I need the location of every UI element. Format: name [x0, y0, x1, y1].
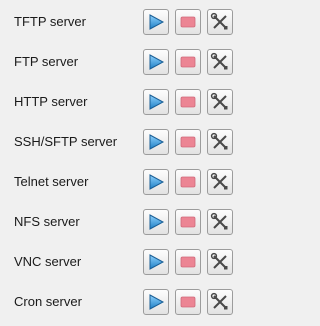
play-icon: [149, 214, 165, 230]
start-button[interactable]: [143, 129, 169, 155]
stop-icon: [180, 296, 196, 308]
service-label: VNC server: [14, 254, 82, 269]
stop-icon: [180, 256, 196, 268]
play-icon: [149, 294, 165, 310]
settings-button[interactable]: [207, 49, 233, 75]
tools-icon: [210, 132, 228, 150]
start-button[interactable]: [143, 289, 169, 315]
tools-icon: [210, 52, 228, 70]
start-button[interactable]: [143, 89, 169, 115]
stop-button[interactable]: [175, 249, 201, 275]
start-button[interactable]: [143, 209, 169, 235]
stop-icon: [180, 56, 196, 68]
tools-icon: [210, 212, 228, 230]
stop-button[interactable]: [175, 89, 201, 115]
service-label: NFS server: [14, 214, 80, 229]
stop-button[interactable]: [175, 169, 201, 195]
tools-icon: [210, 252, 228, 270]
tools-icon: [210, 172, 228, 190]
settings-button[interactable]: [207, 209, 233, 235]
stop-icon: [180, 216, 196, 228]
tools-icon: [210, 292, 228, 310]
service-label: Telnet server: [14, 174, 89, 189]
start-button[interactable]: [143, 249, 169, 275]
service-label: FTP server: [14, 54, 79, 69]
stop-button[interactable]: [175, 49, 201, 75]
service-row-ftp: FTP server: [0, 49, 245, 75]
play-icon: [149, 174, 165, 190]
stop-button[interactable]: [175, 129, 201, 155]
stop-icon: [180, 96, 196, 108]
service-row-telnet: Telnet server: [0, 169, 245, 195]
stop-button[interactable]: [175, 289, 201, 315]
settings-button[interactable]: [207, 129, 233, 155]
settings-button[interactable]: [207, 289, 233, 315]
play-icon: [149, 14, 165, 30]
start-button[interactable]: [143, 49, 169, 75]
settings-button[interactable]: [207, 249, 233, 275]
service-row-ssh-sftp: SSH/SFTP server: [0, 129, 245, 155]
service-row-vnc: VNC server: [0, 249, 245, 275]
settings-button[interactable]: [207, 9, 233, 35]
stop-icon: [180, 176, 196, 188]
service-row-tftp: TFTP server: [0, 9, 245, 35]
play-icon: [149, 54, 165, 70]
stop-icon: [180, 136, 196, 148]
server-control-panel: TFTP server FTP server HTTP server SSH/S…: [0, 0, 245, 326]
service-label: HTTP server: [14, 94, 88, 109]
start-button[interactable]: [143, 169, 169, 195]
play-icon: [149, 254, 165, 270]
settings-button[interactable]: [207, 89, 233, 115]
stop-icon: [180, 16, 196, 28]
service-label: SSH/SFTP server: [14, 134, 118, 149]
tools-icon: [210, 92, 228, 110]
stop-button[interactable]: [175, 209, 201, 235]
service-label: Cron server: [14, 294, 82, 309]
play-icon: [149, 94, 165, 110]
service-row-http: HTTP server: [0, 89, 245, 115]
service-label: TFTP server: [14, 14, 86, 29]
stop-button[interactable]: [175, 9, 201, 35]
start-button[interactable]: [143, 9, 169, 35]
settings-button[interactable]: [207, 169, 233, 195]
service-row-nfs: NFS server: [0, 209, 245, 235]
service-row-cron: Cron server: [0, 289, 245, 315]
tools-icon: [210, 12, 228, 30]
play-icon: [149, 134, 165, 150]
